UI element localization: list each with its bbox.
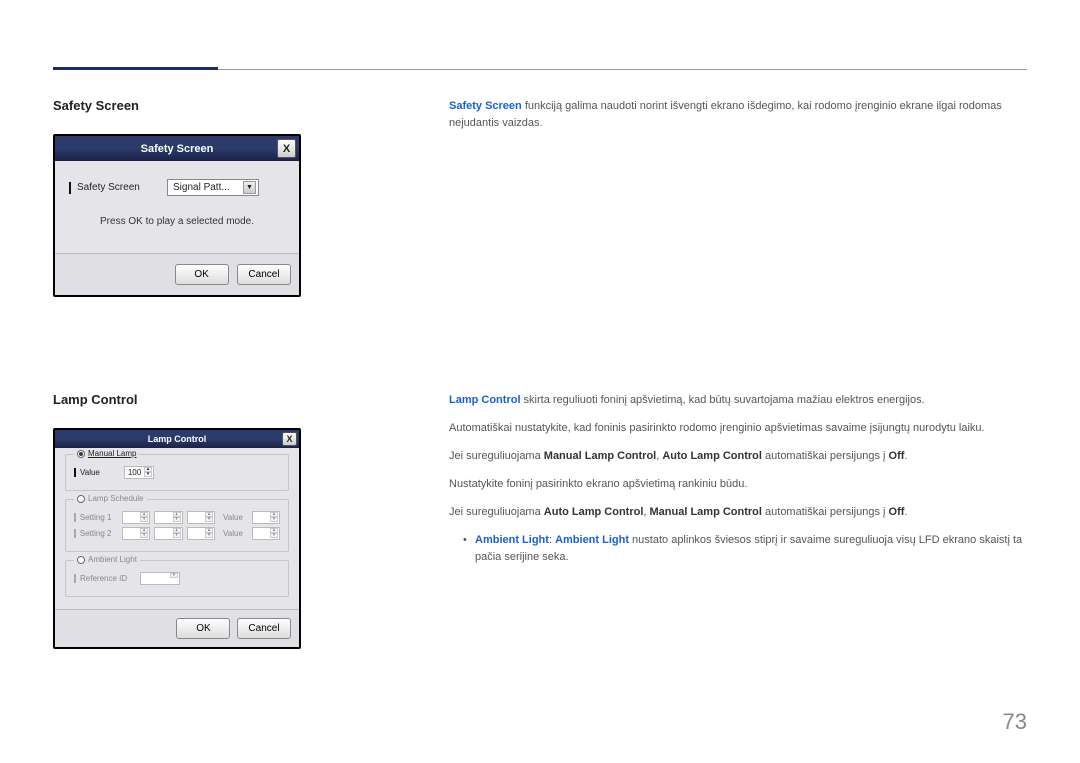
header-accent-rule: [53, 67, 218, 70]
lamp-control-section: Lamp Control Lamp Control X Manual Lamp: [53, 392, 1027, 649]
setting2-label: Setting 2: [80, 529, 118, 538]
lamp-desc-list: Ambient Light: Ambient Light nustato apl…: [463, 532, 1027, 566]
close-button[interactable]: X: [277, 139, 296, 158]
lamp-control-dialog: Lamp Control X Manual Lamp Value: [53, 428, 301, 649]
safety-row-label: Safety Screen: [77, 182, 167, 193]
setting1-value[interactable]: ▴▾: [252, 511, 280, 524]
safety-dialog-titlebar: Safety Screen X: [55, 136, 299, 161]
row-marker-icon: [69, 182, 71, 194]
lamp-dialog-body: Manual Lamp Value 100 ▴▾: [55, 448, 299, 609]
safety-screen-section: Safety Screen Safety Screen X Safety Scr…: [53, 98, 1027, 297]
lamp-desc-p3: Jei sureguliuojama Manual Lamp Control, …: [449, 448, 1027, 465]
close-icon: X: [283, 143, 290, 155]
value-label: Value: [80, 468, 120, 477]
row-marker-icon: [74, 513, 76, 522]
lamp-desc-p2: Automatiškai nustatykite, kad foninis pa…: [449, 420, 1027, 437]
row-marker-icon: [74, 574, 76, 583]
reference-id-select[interactable]: ▾: [140, 572, 180, 585]
value-num: 100: [125, 468, 144, 477]
lamp-dialog-title: Lamp Control: [148, 434, 207, 444]
manual-lamp-group: Manual Lamp Value 100 ▴▾: [65, 454, 289, 491]
signal-pattern-select[interactable]: Signal Patt... ▼: [167, 179, 259, 196]
ok-button[interactable]: OK: [175, 264, 229, 285]
safety-left-col: Safety Screen Safety Screen X Safety Scr…: [53, 98, 301, 297]
value-spinner[interactable]: 100 ▴▾: [124, 466, 154, 479]
close-icon: X: [286, 434, 292, 444]
safety-dialog-body: Safety Screen Signal Patt... ▼ Press OK …: [55, 161, 299, 253]
ambient-light-radio[interactable]: Ambient Light: [74, 555, 140, 564]
setting2-ampm[interactable]: ▴▾: [187, 527, 215, 540]
reference-id-label: Reference ID: [80, 574, 136, 583]
reference-id-row: Reference ID ▾: [74, 572, 280, 585]
manual-lamp-label: Manual Lamp: [88, 449, 136, 458]
safety-dialog-title: Safety Screen: [141, 143, 214, 155]
ambient-light-group: Ambient Light Reference ID ▾: [65, 560, 289, 597]
lamp-dialog-buttons: OK Cancel: [55, 609, 299, 647]
cancel-button[interactable]: Cancel: [237, 264, 291, 285]
close-button[interactable]: X: [282, 432, 297, 446]
manual-lamp-radio[interactable]: Manual Lamp: [74, 449, 139, 458]
chevron-down-icon: ▼: [243, 181, 256, 194]
lamp-dialog-titlebar: Lamp Control X: [55, 430, 299, 448]
ambient-light-item: Ambient Light: Ambient Light nustato apl…: [463, 532, 1027, 566]
setting2-min[interactable]: ▴▾: [154, 527, 182, 540]
safety-description: Safety Screen funkciją galima naudoti no…: [449, 98, 1027, 297]
lamp-left-col: Lamp Control Lamp Control X Manual Lamp: [53, 392, 301, 649]
safety-screen-dialog: Safety Screen X Safety Screen Signal Pat…: [53, 134, 301, 297]
setting1-row: Setting 1 ▴▾ ▴▾ ▴▾ Value ▴▾: [74, 511, 280, 524]
lamp-desc-p4: Nustatykite foninį pasirinkto ekrano apš…: [449, 476, 1027, 493]
spinner-arrows-icon: ▴▾: [144, 467, 152, 478]
setting2-value-label: Value: [223, 529, 248, 538]
lamp-desc-p1: Lamp Control skirta reguliuoti foninį ap…: [449, 392, 1027, 409]
setting1-min[interactable]: ▴▾: [154, 511, 182, 524]
setting1-label: Setting 1: [80, 513, 118, 522]
ok-button[interactable]: OK: [176, 618, 230, 639]
safety-screen-row: Safety Screen Signal Patt... ▼: [69, 179, 285, 196]
safety-desc-hl: Safety Screen: [449, 100, 522, 112]
setting2-hour[interactable]: ▴▾: [122, 527, 150, 540]
radio-icon: [77, 450, 85, 458]
row-marker-icon: [74, 468, 76, 477]
safety-title: Safety Screen: [53, 98, 301, 113]
setting1-ampm[interactable]: ▴▾: [187, 511, 215, 524]
safety-hint: Press OK to play a selected mode.: [69, 216, 285, 227]
lamp-schedule-radio[interactable]: Lamp Schedule: [74, 494, 147, 503]
setting2-row: Setting 2 ▴▾ ▴▾ ▴▾ Value ▴▾: [74, 527, 280, 540]
cancel-button[interactable]: Cancel: [237, 618, 291, 639]
setting1-hour[interactable]: ▴▾: [122, 511, 150, 524]
lamp-title: Lamp Control: [53, 392, 301, 407]
lamp-schedule-group: Lamp Schedule Setting 1 ▴▾ ▴▾ ▴▾ Value ▴…: [65, 499, 289, 552]
lamp-schedule-label: Lamp Schedule: [88, 494, 144, 503]
radio-icon: [77, 556, 85, 564]
lamp-description: Lamp Control skirta reguliuoti foninį ap…: [449, 392, 1027, 649]
setting1-value-label: Value: [223, 513, 248, 522]
page-number: 73: [1003, 709, 1027, 735]
safety-desc-p1: Safety Screen funkciją galima naudoti no…: [449, 98, 1027, 132]
radio-icon: [77, 495, 85, 503]
safety-dialog-buttons: OK Cancel: [55, 253, 299, 295]
value-row: Value 100 ▴▾: [74, 466, 280, 479]
setting2-value[interactable]: ▴▾: [252, 527, 280, 540]
ambient-light-label: Ambient Light: [88, 555, 137, 564]
lamp-desc-p5: Jei sureguliuojama Auto Lamp Control, Ma…: [449, 504, 1027, 521]
page-content: Safety Screen Safety Screen X Safety Scr…: [53, 98, 1027, 744]
select-value: Signal Patt...: [173, 182, 230, 193]
row-marker-icon: [74, 529, 76, 538]
